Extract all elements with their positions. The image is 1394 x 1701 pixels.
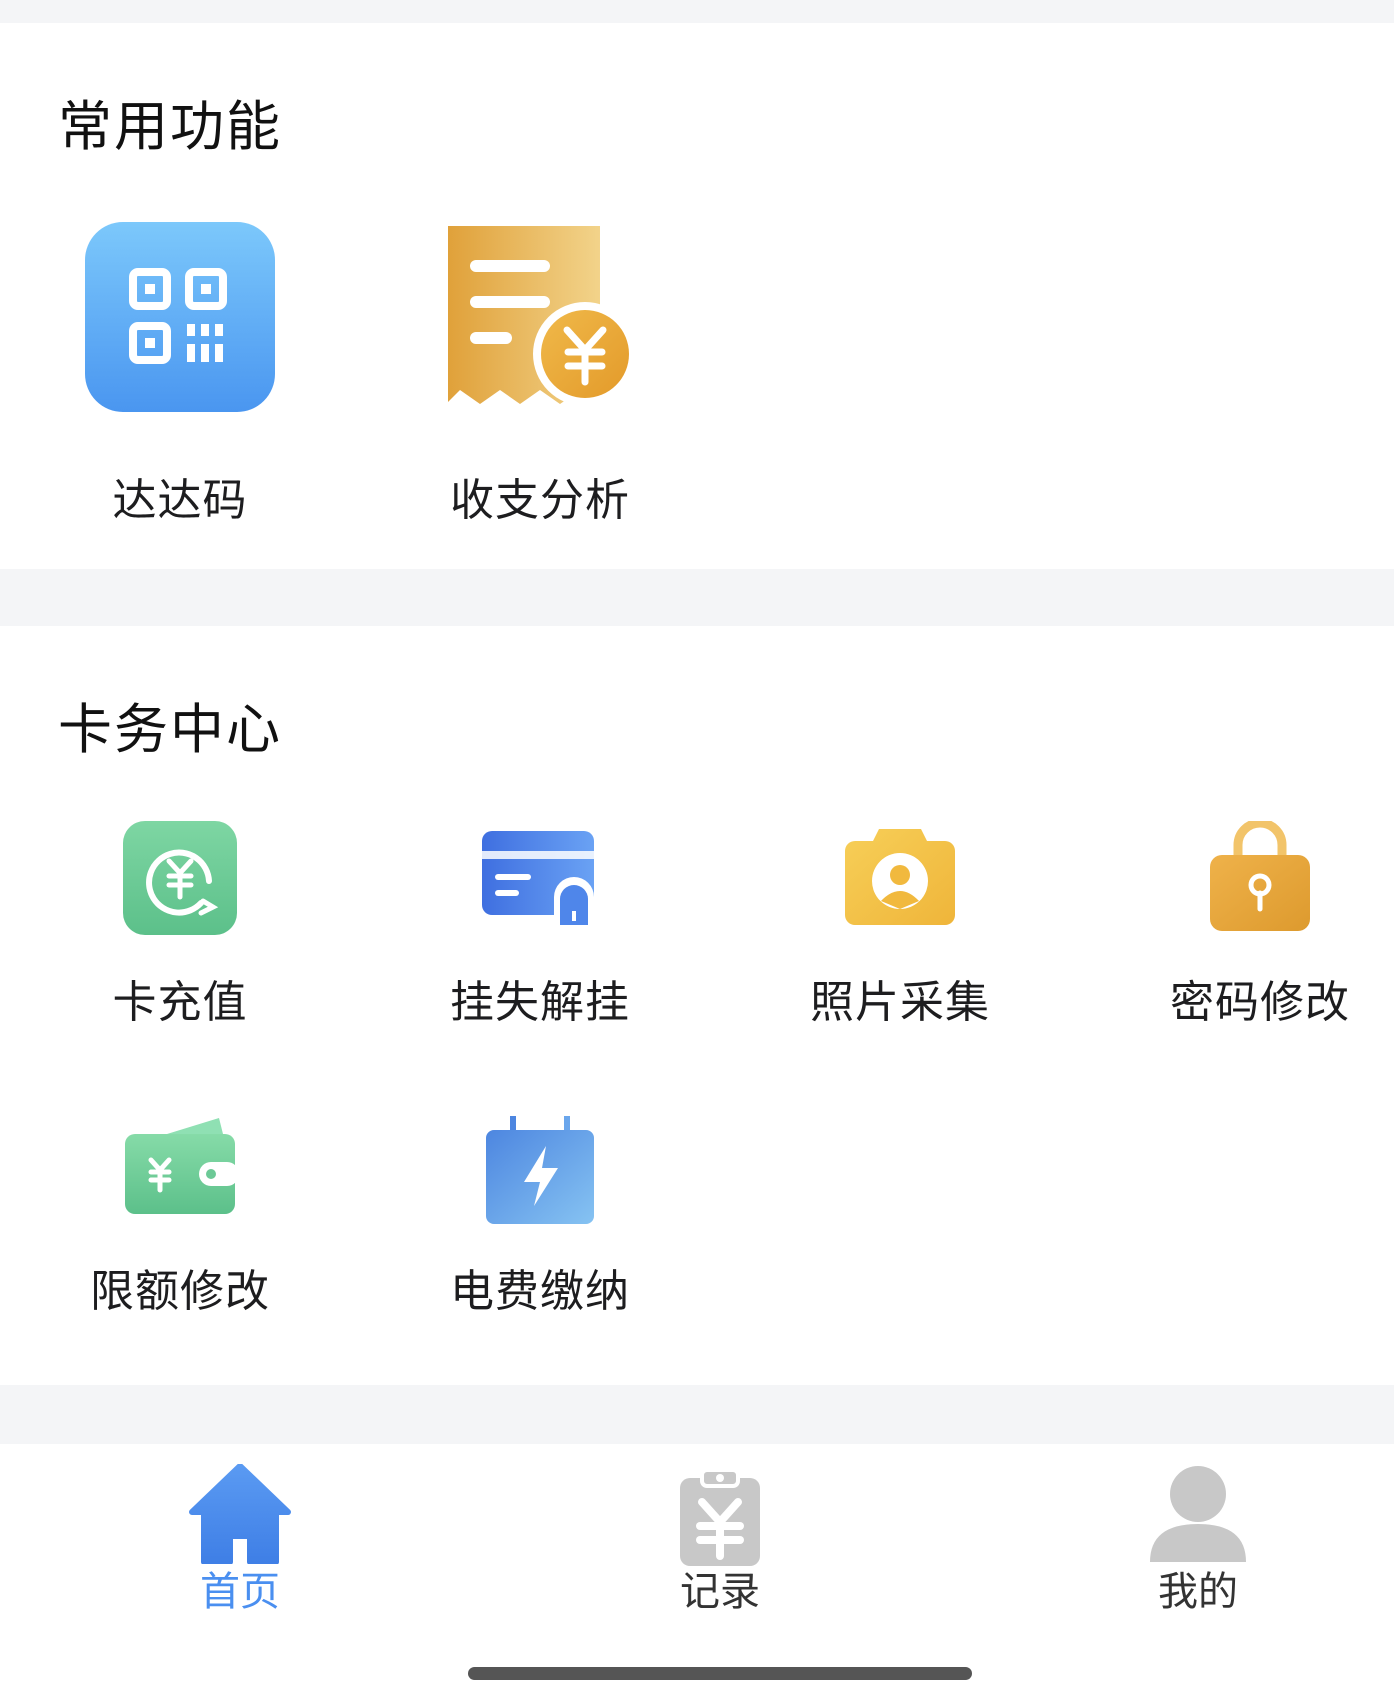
tab-home[interactable]: 首页 xyxy=(90,1444,390,1634)
home-icon xyxy=(188,1463,292,1568)
tab-label: 首页 xyxy=(200,1569,280,1615)
card-lock-icon xyxy=(482,831,598,929)
item-report-loss[interactable]: 挂失解挂 xyxy=(420,821,660,1061)
user-icon xyxy=(1148,1464,1248,1568)
item-label: 挂失解挂 xyxy=(450,977,630,1028)
card-center-section: 卡务中心 卡充值 挂失解挂 照片采集 密码修改 限额修改 电费缴纳 xyxy=(0,626,1394,1385)
item-income-analysis[interactable]: 收支分析 xyxy=(420,222,660,542)
section-title-card: 卡务中心 xyxy=(58,698,282,761)
lightning-battery-icon xyxy=(484,1114,596,1230)
home-indicator xyxy=(468,1667,972,1680)
item-label: 达达码 xyxy=(112,475,248,526)
item-label: 收支分析 xyxy=(450,475,630,526)
item-label: 密码修改 xyxy=(1170,977,1350,1028)
tab-label: 记录 xyxy=(680,1569,760,1615)
item-label: 限额修改 xyxy=(90,1266,270,1317)
item-dada-code[interactable]: 达达码 xyxy=(60,222,300,542)
wallet-icon xyxy=(123,1114,239,1222)
padlock-icon xyxy=(1208,818,1312,937)
qr-code-icon xyxy=(85,222,275,416)
item-label: 电费缴纳 xyxy=(450,1266,630,1317)
item-card-recharge[interactable]: 卡充值 xyxy=(60,821,300,1061)
item-label: 卡充值 xyxy=(112,977,248,1028)
yuan-recharge-icon xyxy=(123,821,237,939)
item-photo-collection[interactable]: 照片采集 xyxy=(780,821,1020,1061)
item-password-change[interactable]: 密码修改 xyxy=(1140,818,1380,1061)
receipt-yuan-icon xyxy=(440,222,640,416)
section-title-common: 常用功能 xyxy=(58,95,282,158)
item-electricity-payment[interactable]: 电费缴纳 xyxy=(420,1114,660,1344)
tab-mine[interactable]: 我的 xyxy=(1048,1444,1348,1634)
common-functions-section: 常用功能 达达码 收支分析 xyxy=(0,23,1394,569)
tab-records[interactable]: 记录 xyxy=(570,1444,870,1634)
bottom-tab-bar: 首页 记录 我的 xyxy=(0,1444,1394,1701)
clipboard-yuan-icon xyxy=(678,1464,762,1572)
item-limit-change[interactable]: 限额修改 xyxy=(60,1114,300,1344)
tab-label: 我的 xyxy=(1158,1569,1238,1615)
camera-portrait-icon xyxy=(843,825,957,931)
item-label: 照片采集 xyxy=(810,977,990,1028)
